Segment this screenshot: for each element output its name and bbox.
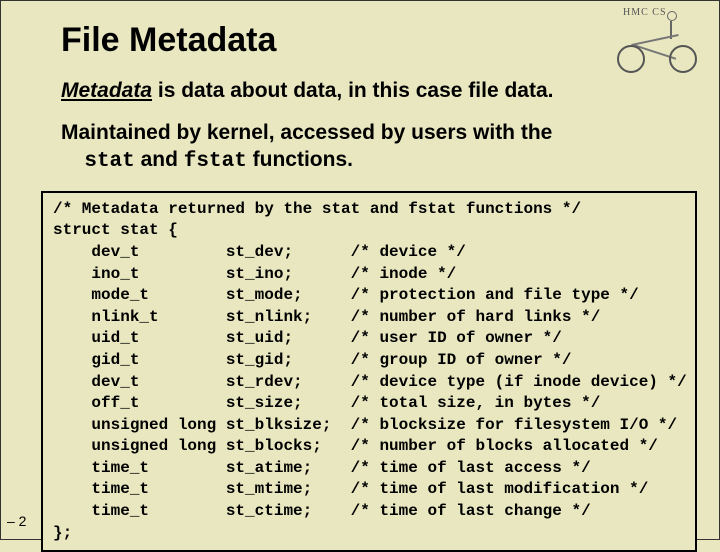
subtitle-text: functions.	[247, 148, 353, 171]
bike-wheel-icon	[669, 45, 697, 73]
subtitle-text: and	[135, 148, 184, 171]
subtitle-text: Maintained by kernel, accessed by users …	[61, 121, 552, 144]
slide-title: File Metadata	[1, 1, 719, 72]
fn-fstat: fstat	[184, 150, 247, 173]
bike-wheel-icon	[617, 45, 645, 73]
bike-frame-bar	[631, 34, 678, 46]
fn-stat: stat	[84, 150, 134, 173]
subtitle-definition: Metadata is data about data, in this cas…	[1, 72, 719, 114]
page-number: – 2	[7, 513, 26, 529]
subtitle-text: is data about data, in this case file da…	[152, 79, 553, 102]
metadata-emphasis: Metadata	[61, 79, 152, 102]
code-block-struct-stat: /* Metadata returned by the stat and fst…	[41, 191, 697, 552]
logo-hmc-cs: HMC CS	[613, 7, 701, 75]
rider-head-icon	[667, 11, 677, 21]
logo-label: HMC CS	[623, 7, 667, 18]
subtitle-kernel: Maintained by kernel, accessed by users …	[1, 114, 719, 185]
